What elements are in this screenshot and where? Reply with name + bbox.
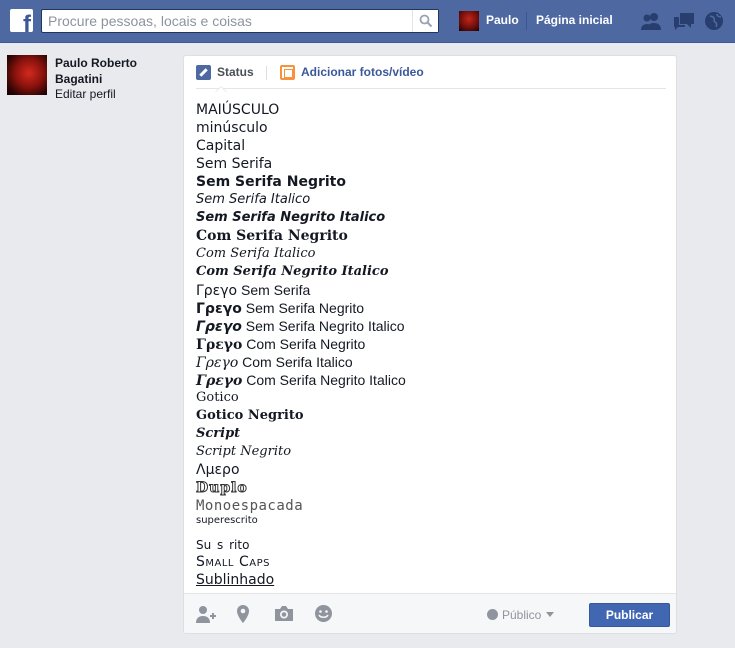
text-line-serif-bold-italic: Com Serifa Negrito Italico <box>196 264 389 279</box>
text-line-greek-sans: Γρεγο Sem Serifa <box>196 282 311 299</box>
text-line-greek-sans-bold: Γρεγο Sem Serifa Negrito <box>196 300 365 317</box>
top-navigation-bar: f Paulo Página inicial <box>0 0 735 43</box>
text-line-small-caps: Small Caps <box>196 554 270 570</box>
text-line-underlined: Sublinhado <box>196 572 275 588</box>
globe-icon <box>487 609 498 620</box>
facebook-logo-icon[interactable]: f <box>10 9 33 32</box>
search-icon <box>419 14 433 28</box>
search-box <box>41 9 439 33</box>
text-line-capital: Capital <box>196 138 246 154</box>
text-line-greek-serif-italic: Γρεγο Com Serifa Italico <box>196 354 353 371</box>
topbar-divider <box>526 12 527 30</box>
pencil-icon <box>196 65 211 80</box>
text-line-subscript: Su s rito <box>196 538 250 552</box>
text-line-double-struck: Duplo <box>196 480 248 497</box>
text-line-sans-bold: Sem Serifa Negrito <box>196 174 346 190</box>
text-line-serif-bold: Com Serifa Negrito <box>196 228 348 244</box>
chevron-down-icon <box>546 612 555 617</box>
text-line-monospace: Monoespacada <box>196 498 304 514</box>
active-tab-indicator <box>215 86 227 92</box>
tab-status[interactable]: Status <box>196 65 254 80</box>
location-pin-icon[interactable] <box>236 604 250 624</box>
text-line-sans-bold-italic: Sem Serifa Negrito Italico <box>196 210 386 225</box>
profile-link[interactable]: Paulo <box>486 13 519 27</box>
tab-add-photo-video[interactable]: Adicionar fotos/vídeo <box>280 65 424 80</box>
profile-name[interactable]: Paulo Roberto Bagatini <box>55 55 165 87</box>
post-composer: Status Adicionar fotos/vídeo MAIÚSCULO m… <box>183 55 677 634</box>
home-link[interactable]: Página inicial <box>536 13 613 27</box>
emoji-icon[interactable] <box>314 604 333 623</box>
camera-icon[interactable] <box>274 604 294 622</box>
privacy-selector[interactable]: Público <box>487 608 555 622</box>
tab-divider <box>266 66 267 80</box>
friends-icon[interactable] <box>639 11 663 31</box>
text-line-serif-italic: Com Serifa Italico <box>196 246 316 261</box>
publish-button[interactable]: Publicar <box>589 603 670 627</box>
notifications-globe-icon[interactable] <box>704 11 724 31</box>
text-line-script: Script <box>196 426 241 441</box>
profile-picture[interactable] <box>7 55 47 95</box>
post-text-area[interactable]: MAIÚSCULO minúsculo Capital Sem Serifa S… <box>196 101 666 589</box>
privacy-label: Público <box>502 608 542 622</box>
text-line-sans-italic: Sem Serifa Italico <box>196 192 311 207</box>
edit-profile-link[interactable]: Editar perfil <box>55 87 116 101</box>
text-line-script-bold: Script Negrito <box>196 444 292 459</box>
photo-icon <box>280 65 295 80</box>
text-line-gothic-bold: Gotico Negrito <box>196 408 304 423</box>
text-line-greek-sans-bold-italic: Γρεγο Sem Serifa Negrito Italico <box>196 318 405 335</box>
text-line-superscript: superescrito <box>196 515 258 526</box>
text-line-inverted: Λμερο <box>196 462 240 478</box>
text-line-sans: Sem Serifa <box>196 156 273 172</box>
tab-photo-label: Adicionar fotos/vídeo <box>301 65 424 79</box>
search-button[interactable] <box>412 10 438 32</box>
user-avatar-small[interactable] <box>459 11 479 31</box>
tag-friends-icon[interactable] <box>195 604 217 624</box>
messages-icon[interactable] <box>672 11 696 31</box>
tab-status-label: Status <box>217 65 254 79</box>
text-line-uppercase: MAIÚSCULO <box>196 102 280 118</box>
composer-footer: Público Publicar <box>184 593 676 633</box>
text-line-greek-serif-bold: Γρεγο Com Serifa Negrito <box>196 336 366 353</box>
composer-divider <box>196 88 666 89</box>
text-line-greek-serif-bold-italic: Γρεγο Com Serifa Negrito Italico <box>196 372 406 389</box>
text-line-gothic: Gotico <box>196 390 239 405</box>
search-input[interactable] <box>42 10 412 32</box>
text-line-lowercase: minúsculo <box>196 120 268 136</box>
